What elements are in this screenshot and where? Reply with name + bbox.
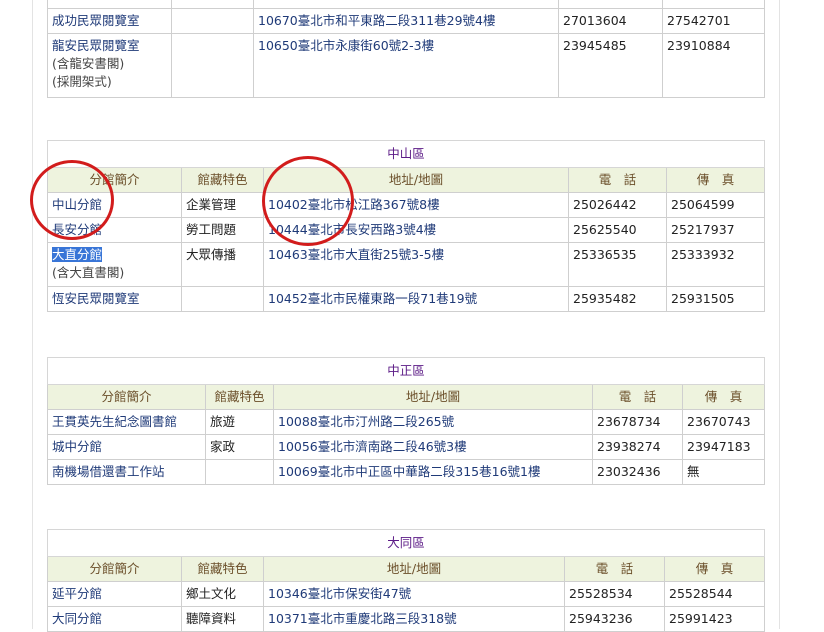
table-row: 龍安民眾閱覽室 (含龍安書閣) (採開架式) 10650臺北市永康街60號2-3… [47,33,765,98]
table-row: 恆安民眾閱覽室 10452臺北市民權東路一段71巷19號 25935482 25… [47,286,766,312]
table-row: 中山分館 企業管理 10402臺北市松江路367號8樓 25026442 250… [47,192,766,218]
district-table-zhongzheng: 中正區 分館簡介 館藏特色 地址/地圖 電 話 傳 真 王貫英先生紀念圖書館 旅… [46,357,766,485]
phone-number: 23945485 [558,33,663,98]
address-map-link[interactable]: 10056臺北市濟南路二段46號3樓 [273,434,593,460]
collection-feature: 企業管理 [181,192,264,218]
table-row: 南機場借還書工作站 10069臺北市中正區中華路二段315巷16號1樓 2303… [47,459,766,485]
fax-number: 25064599 [665,192,766,218]
page-right-border [779,0,780,629]
table-row: 成功民眾閱覽室 10670臺北市和平東路二段311巷29號4樓 27013604… [47,8,765,34]
column-header-branch: 分館簡介 [47,384,206,410]
district-title: 中正區 [46,357,766,385]
branch-name-link[interactable]: 王貫英先生紀念圖書館 [47,409,206,435]
address-map-link[interactable]: 10463臺北市大直街25號3-5樓 [263,242,569,287]
collection-feature [171,8,254,34]
fax-number: 23947183 [681,434,766,460]
address-map-link[interactable]: 10650臺北市永康街60號2-3樓 [253,33,559,98]
branch-note: (含龍安書閣) [52,56,125,71]
table-row: 大同分館 聽障資料 10371臺北市重慶北路三段318號 25943236 25… [47,606,766,632]
fax-number: 25333932 [665,242,766,287]
collection-feature [181,286,264,312]
branch-name-link[interactable]: 中山分館 [47,192,182,218]
district-title: 中山區 [46,140,766,168]
collection-feature [171,33,254,98]
phone-number: 25528534 [564,581,665,607]
column-header-fax: 傳 真 [663,556,766,582]
collection-feature: 勞工問題 [181,217,264,243]
fax-number: 23910884 [662,33,765,98]
collection-feature: 旅遊 [205,409,274,435]
branch-name-link[interactable]: 城中分館 [47,434,206,460]
branch-name-link-selected[interactable]: 大直分館 [52,247,103,262]
phone-number: 25336535 [568,242,667,287]
collection-feature: 聽障資料 [181,606,264,632]
address-map-link[interactable]: 10069臺北市中正區中華路二段315巷16號1樓 [273,459,593,485]
collection-feature: 鄉土文化 [181,581,264,607]
phone-number: 25625540 [568,217,667,243]
table-row: 大直分館 (含大直書閣) 大眾傳播 10463臺北市大直街25號3-5樓 253… [47,242,766,287]
table-row: 延平分館 鄉土文化 10346臺北市保安街47號 25528534 255285… [47,581,766,607]
phone-number: 25935482 [568,286,667,312]
table-row: 長安分館 勞工問題 10444臺北市長安西路3號4樓 25625540 2521… [47,217,766,243]
phone-number: 25026442 [568,192,667,218]
district-table-datong: 大同區 分館簡介 館藏特色 地址/地圖 電 話 傳 真 延平分館 鄉土文化 10… [46,529,766,632]
branch-name-link[interactable]: 大同分館 [47,606,182,632]
page-left-border [32,0,33,629]
phone-number: 23032436 [592,459,683,485]
collection-feature: 家政 [205,434,274,460]
branch-name-link[interactable]: 恆安民眾閱覽室 [47,286,182,312]
column-header-address: 地址/地圖 [263,556,565,582]
column-header-feature: 館藏特色 [181,556,264,582]
phone-number: 23938274 [592,434,683,460]
fax-number: 25528544 [663,581,766,607]
table-row: 城中分館 家政 10056臺北市濟南路二段46號3樓 23938274 2394… [47,434,766,460]
column-header-fax: 傳 真 [681,384,766,410]
branch-note: (含大直書閣) [52,265,125,280]
district-title: 大同區 [46,529,766,557]
branch-name-link[interactable]: 成功民眾閱覽室 [47,8,172,34]
collection-feature: 大眾傳播 [181,242,264,287]
phone-number: 27013604 [558,8,663,34]
address-map-link[interactable]: 10444臺北市長安西路3號4樓 [263,217,569,243]
fax-number: 25991423 [663,606,766,632]
fax-number: 27542701 [662,8,765,34]
column-header-feature: 館藏特色 [181,167,264,193]
phone-number: 25943236 [564,606,665,632]
collection-feature [205,459,274,485]
table-header-row: 分館簡介 館藏特色 地址/地圖 電 話 傳 真 [47,556,766,582]
fax-number: 無 [681,459,766,485]
phone-number: 23678734 [592,409,683,435]
table-row [47,0,765,9]
branch-name-link[interactable]: 龍安民眾閱覽室 [52,37,167,55]
fax-number: 25931505 [665,286,766,312]
column-header-feature: 館藏特色 [205,384,274,410]
column-header-phone: 電 話 [564,556,665,582]
fax-number: 25217937 [665,217,766,243]
branch-name-link[interactable]: 南機場借還書工作站 [47,459,206,485]
address-map-link[interactable]: 10670臺北市和平東路二段311巷29號4樓 [253,8,559,34]
table-header-row: 分館簡介 館藏特色 地址/地圖 電 話 傳 真 [47,384,766,410]
district-table-zhongshan: 中山區 分館簡介 館藏特色 地址/地圖 電 話 傳 真 中山分館 企業管理 10… [46,140,766,312]
column-header-address: 地址/地圖 [273,384,593,410]
column-header-address: 地址/地圖 [263,167,569,193]
branch-note: (採開架式) [52,74,112,89]
address-map-link[interactable]: 10346臺北市保安街47號 [263,581,565,607]
branch-name-link[interactable]: 長安分館 [47,217,182,243]
fax-number: 23670743 [681,409,766,435]
table-row: 王貫英先生紀念圖書館 旅遊 10088臺北市汀州路二段265號 23678734… [47,409,766,435]
address-map-link[interactable]: 10402臺北市松江路367號8樓 [263,192,569,218]
address-map-link[interactable]: 10452臺北市民權東路一段71巷19號 [263,286,569,312]
branch-name-cell[interactable] [47,0,172,9]
address-map-link[interactable]: 10371臺北市重慶北路三段318號 [263,606,565,632]
branch-name-link[interactable]: 延平分館 [47,581,182,607]
column-header-branch: 分館簡介 [47,556,182,582]
column-header-fax: 傳 真 [665,167,766,193]
table-header-row: 分館簡介 館藏特色 地址/地圖 電 話 傳 真 [47,167,766,193]
column-header-phone: 電 話 [568,167,667,193]
top-section-table: 成功民眾閱覽室 10670臺北市和平東路二段311巷29號4樓 27013604… [47,0,765,98]
column-header-phone: 電 話 [592,384,683,410]
address-map-link[interactable]: 10088臺北市汀州路二段265號 [273,409,593,435]
column-header-branch: 分館簡介 [47,167,182,193]
